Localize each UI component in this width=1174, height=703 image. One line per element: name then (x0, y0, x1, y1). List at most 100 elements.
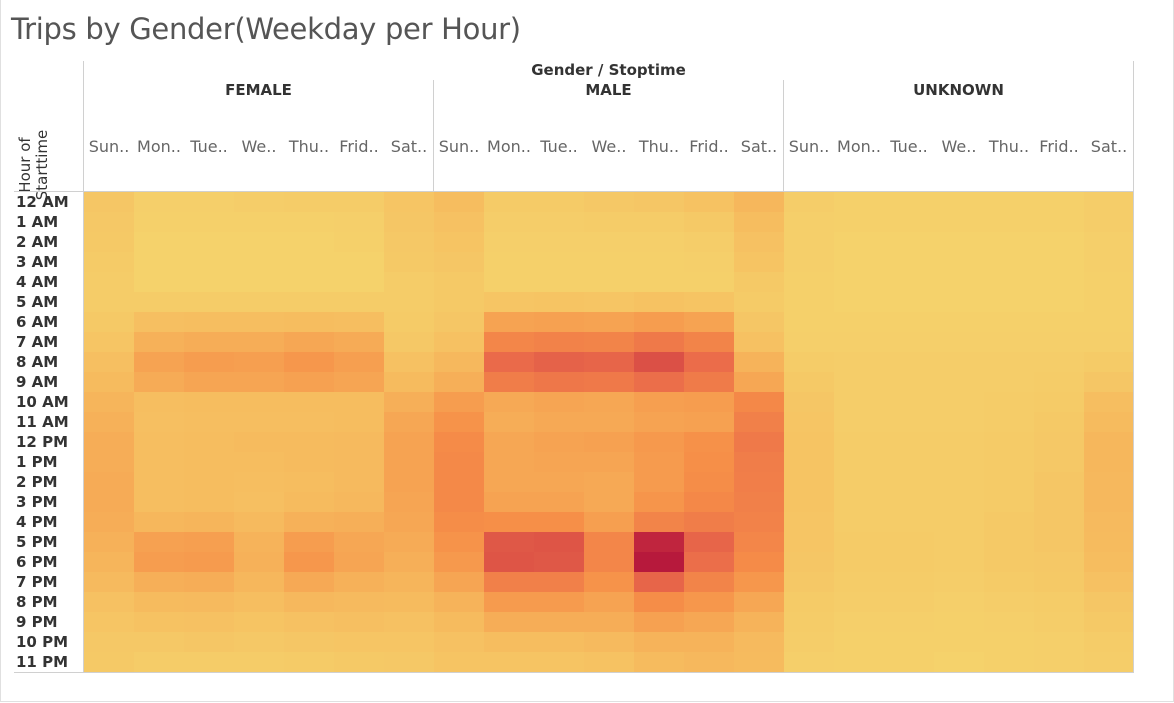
day-label-unknown-4: Thu.. (988, 137, 1030, 156)
heatmap-cell-female-3-11 (234, 412, 284, 432)
heatmap-cell-female-0-11 (84, 412, 134, 432)
heatmap-cell-male-0-10 (434, 392, 484, 412)
heatmap-cell-male-3-11 (584, 412, 634, 432)
heatmap-cell-female-1-6 (134, 312, 184, 332)
heatmap-cell-unknown-2-6 (884, 312, 934, 332)
heatmap-cell-female-1-13 (134, 452, 184, 472)
heatmap-cell-male-2-5 (534, 292, 584, 312)
heatmap-cell-unknown-1-4 (834, 272, 884, 292)
heatmap-cell-male-5-6 (684, 312, 734, 332)
heatmap-cell-unknown-4-1 (984, 212, 1034, 232)
heatmap-cell-male-4-10 (634, 392, 684, 412)
heatmap-cell-male-1-18 (484, 552, 534, 572)
day-label-unknown-6: Sat.. (1090, 137, 1128, 156)
heatmap-cell-female-6-4 (384, 272, 434, 292)
heatmap-cell-unknown-4-18 (984, 552, 1034, 572)
heatmap-cell-female-2-5 (184, 292, 234, 312)
heatmap-cell-unknown-0-11 (784, 412, 834, 432)
heatmap-cell-male-5-7 (684, 332, 734, 352)
heatmap-cell-unknown-2-14 (884, 472, 934, 492)
heatmap-cell-female-2-15 (184, 492, 234, 512)
heatmap-cell-male-1-3 (484, 252, 534, 272)
heatmap-cell-male-1-8 (484, 352, 534, 372)
heatmap-cell-male-6-13 (734, 452, 784, 472)
heatmap-cell-unknown-2-16 (884, 512, 934, 532)
heatmap-cell-male-1-14 (484, 472, 534, 492)
hour-label-13: 1 PM (16, 453, 58, 471)
heatmap-cell-male-3-4 (584, 272, 634, 292)
heatmap-cell-female-1-19 (134, 572, 184, 592)
heatmap-cell-unknown-6-16 (1084, 512, 1133, 532)
heatmap-cell-unknown-6-6 (1084, 312, 1133, 332)
heatmap-cell-male-4-11 (634, 412, 684, 432)
heatmap-cell-male-5-4 (684, 272, 734, 292)
heatmap-cell-male-1-2 (484, 232, 534, 252)
heatmap-cell-male-1-5 (484, 292, 534, 312)
heatmap-cell-unknown-0-2 (784, 232, 834, 252)
heatmap-cell-unknown-5-7 (1034, 332, 1084, 352)
heatmap-cell-female-2-13 (184, 452, 234, 472)
heatmap-cell-male-3-5 (584, 292, 634, 312)
heatmap-cell-male-2-21 (534, 612, 584, 632)
heatmap-cell-female-6-11 (384, 412, 434, 432)
heatmap-cell-male-0-11 (434, 412, 484, 432)
heatmap-cell-unknown-4-3 (984, 252, 1034, 272)
heatmap-cell-unknown-1-18 (834, 552, 884, 572)
heatmap-cell-unknown-1-22 (834, 632, 884, 652)
heatmap-cell-female-0-9 (84, 372, 134, 392)
heatmap-cell-unknown-6-13 (1084, 452, 1133, 472)
heatmap-cell-unknown-3-20 (934, 592, 984, 612)
heatmap-cell-female-0-6 (84, 312, 134, 332)
heatmap-cell-unknown-2-15 (884, 492, 934, 512)
heatmap-cell-male-6-2 (734, 232, 784, 252)
heatmap-cell-female-3-10 (234, 392, 284, 412)
heatmap-cell-unknown-1-0 (834, 192, 884, 212)
heatmap-cell-unknown-0-22 (784, 632, 834, 652)
heatmap-cell-unknown-1-2 (834, 232, 884, 252)
heatmap-cell-female-4-12 (284, 432, 334, 452)
heatmap-cell-male-0-15 (434, 492, 484, 512)
heatmap-cell-male-1-9 (484, 372, 534, 392)
heatmap-cell-male-4-5 (634, 292, 684, 312)
heatmap-cell-unknown-4-16 (984, 512, 1034, 532)
heatmap-cell-unknown-6-11 (1084, 412, 1133, 432)
heatmap-cell-female-1-2 (134, 232, 184, 252)
heatmap-cell-male-5-1 (684, 212, 734, 232)
heatmap-cell-female-1-1 (134, 212, 184, 232)
heatmap-cell-female-4-19 (284, 572, 334, 592)
heatmap-cell-unknown-0-13 (784, 452, 834, 472)
heatmap-cell-unknown-0-0 (784, 192, 834, 212)
hour-label-14: 2 PM (16, 473, 58, 491)
heatmap-cell-unknown-3-3 (934, 252, 984, 272)
heatmap-cell-male-4-23 (634, 652, 684, 672)
heatmap-cell-female-3-13 (234, 452, 284, 472)
heatmap-cell-female-1-8 (134, 352, 184, 372)
heatmap-cell-unknown-2-17 (884, 532, 934, 552)
day-label-female-6: Sat.. (390, 137, 428, 156)
heatmap-cell-unknown-1-9 (834, 372, 884, 392)
heatmap-cell-female-0-20 (84, 592, 134, 612)
heatmap-cell-male-4-0 (634, 192, 684, 212)
heatmap-cell-unknown-3-8 (934, 352, 984, 372)
heatmap-cell-male-6-12 (734, 432, 784, 452)
heatmap-cell-unknown-3-14 (934, 472, 984, 492)
heatmap-cell-unknown-1-12 (834, 432, 884, 452)
heatmap-cell-unknown-0-5 (784, 292, 834, 312)
heatmap-cell-male-2-7 (534, 332, 584, 352)
heatmap-cell-unknown-3-21 (934, 612, 984, 632)
heatmap-cell-unknown-3-17 (934, 532, 984, 552)
heatmap-cell-unknown-1-14 (834, 472, 884, 492)
heatmap-cell-unknown-2-19 (884, 572, 934, 592)
heatmap-cell-unknown-5-6 (1034, 312, 1084, 332)
heatmap-cell-unknown-6-14 (1084, 472, 1133, 492)
heatmap-cell-male-6-23 (734, 652, 784, 672)
heatmap-cell-unknown-2-4 (884, 272, 934, 292)
heatmap-cell-female-5-6 (334, 312, 384, 332)
heatmap-cell-male-3-17 (584, 532, 634, 552)
heatmap-cell-female-1-21 (134, 612, 184, 632)
heatmap-cell-female-6-0 (384, 192, 434, 212)
heatmap-cell-female-4-0 (284, 192, 334, 212)
heatmap-cell-female-3-8 (234, 352, 284, 372)
heatmap-cell-female-1-14 (134, 472, 184, 492)
heatmap-cell-unknown-6-22 (1084, 632, 1133, 652)
